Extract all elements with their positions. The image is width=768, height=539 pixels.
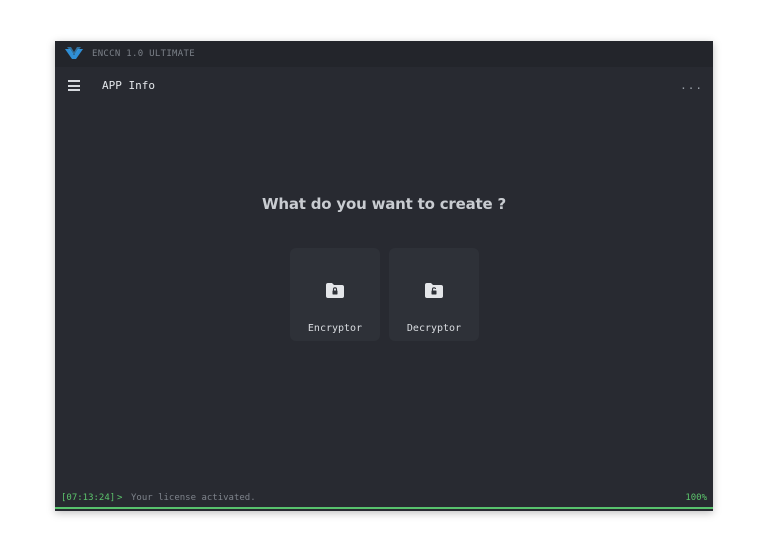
locked-folder-icon xyxy=(326,283,344,298)
more-options-icon[interactable]: ... xyxy=(680,77,703,95)
toolbar: APP Info ... xyxy=(55,67,713,105)
status-timestamp: [07:13:24] xyxy=(61,493,116,503)
unlocked-folder-icon xyxy=(425,283,443,298)
app-logo-icon xyxy=(65,47,83,59)
app-info-link[interactable]: APP Info xyxy=(102,67,155,105)
hamburger-menu-icon[interactable] xyxy=(68,80,80,91)
page-title: What do you want to create ? xyxy=(262,195,506,213)
app-window: ENCCN 1.0 ULTIMATE APP Info ... What do … xyxy=(55,41,713,511)
progress-bar xyxy=(55,507,713,509)
decryptor-label: Decryptor xyxy=(406,323,462,334)
encryptor-button[interactable]: Encryptor xyxy=(290,248,380,341)
progress-percent: 100% xyxy=(685,493,707,503)
window-title: ENCCN 1.0 ULTIMATE xyxy=(92,49,195,59)
decryptor-button[interactable]: Decryptor xyxy=(389,248,479,341)
encryptor-label: Encryptor xyxy=(307,323,363,334)
title-bar[interactable]: ENCCN 1.0 ULTIMATE xyxy=(55,41,713,67)
status-message: Your license activated. xyxy=(131,493,256,503)
status-bar: [07:13:24] > Your license activated. 100… xyxy=(55,487,713,509)
prompt-chevron: > xyxy=(117,493,123,503)
